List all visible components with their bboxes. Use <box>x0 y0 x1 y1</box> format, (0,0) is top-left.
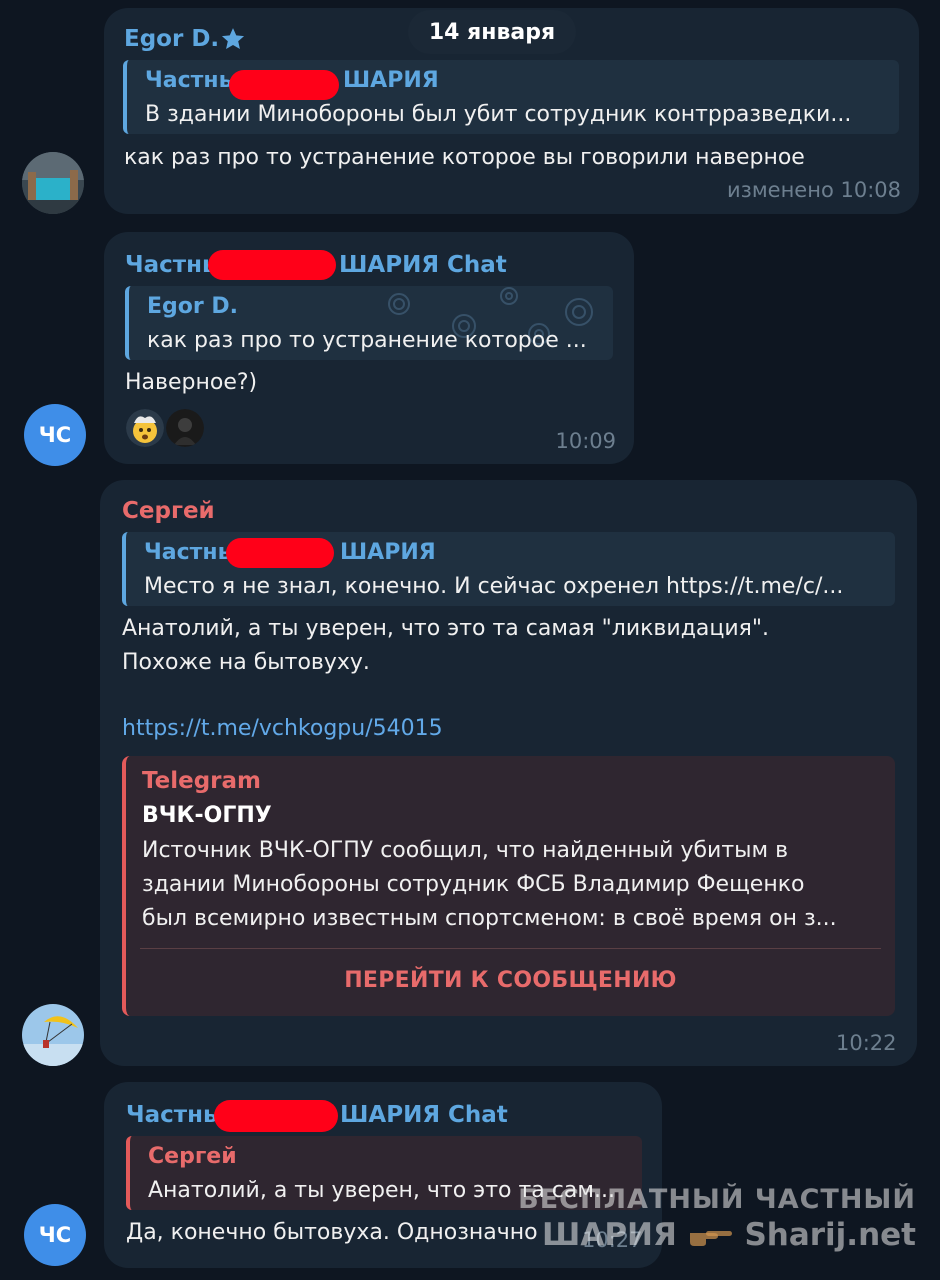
message-text: как раз про то устранение которое вы гов… <box>124 145 805 170</box>
avatar[interactable]: ЧС <box>24 1204 86 1266</box>
reply-author-suffix: ШАРИЯ <box>340 540 436 565</box>
sender-name[interactable]: Частны <box>126 1102 224 1128</box>
redaction-mark <box>226 538 334 568</box>
message-link[interactable]: https://t.me/vchkogpu/54015 <box>122 712 443 746</box>
watermark-line1: БЕСПЛАТНЫЙ ЧАСТНЫЙ <box>518 1184 916 1215</box>
sender-name-suffix[interactable]: ШАРИЯ Chat <box>340 1102 508 1128</box>
preview-divider <box>140 948 881 949</box>
reactor-avatar[interactable] <box>166 409 204 447</box>
redaction-mark <box>214 1100 338 1132</box>
sender-name-suffix[interactable]: ШАРИЯ Chat <box>339 252 507 278</box>
preview-text-line: Источник ВЧК-ОГПУ сообщил, что найденный… <box>142 838 789 863</box>
date-divider: 14 января <box>408 10 576 54</box>
reply-quote[interactable]: Egor D. как раз про то устранение которо… <box>125 286 613 360</box>
reply-text: Место я не знал, конечно. И сейчас охрен… <box>144 574 844 599</box>
reply-author-suffix: ШАРИЯ <box>343 68 439 93</box>
reply-text: как раз про то устранение которое ... <box>147 328 587 353</box>
reply-author: Сергей <box>148 1144 237 1169</box>
reply-author: Egor D. <box>147 294 239 319</box>
message-bubble[interactable]: Частны ШАРИЯ Chat Egor D. как раз про то… <box>104 232 634 464</box>
message-time: 10:09 <box>555 429 616 453</box>
reply-quote[interactable]: Частны ШАРИЯ В здании Минобороны был уби… <box>123 60 899 134</box>
message-time: изменено 10:08 <box>727 178 901 202</box>
message-text: Да, конечно бытовуха. Однозначно <box>126 1220 538 1245</box>
message-time: 10:22 <box>836 1031 897 1055</box>
sender-name[interactable]: Egor D. <box>124 26 219 52</box>
avatar[interactable]: ЧС <box>24 404 86 466</box>
sender-name[interactable]: Сергей <box>122 498 215 524</box>
redaction-mark <box>208 250 336 280</box>
watermark: БЕСПЛАТНЫЙ ЧАСТНЫЙ ШАРИЯ Sharij.net <box>518 1184 916 1255</box>
pointing-hand-icon <box>688 1219 734 1255</box>
preview-text-line: был всемирно известным спортсменом: в св… <box>142 906 837 931</box>
open-message-button[interactable]: ПЕРЕЙТИ К СООБЩЕНИЮ <box>126 952 895 1008</box>
redaction-mark <box>229 70 339 100</box>
link-preview[interactable]: Telegram ВЧК-ОГПУ Источник ВЧК-ОГПУ сооб… <box>122 756 895 1016</box>
star-icon <box>220 26 246 52</box>
watermark-line2: ШАРИЯ Sharij.net <box>518 1217 916 1255</box>
reply-author: Частны <box>144 540 238 565</box>
message-text-line: Анатолий, а ты уверен, что это та самая … <box>122 616 770 641</box>
reply-author: Частны <box>145 68 239 93</box>
message-text: Наверное?) <box>125 370 258 395</box>
avatar[interactable] <box>22 152 84 214</box>
preview-text-line: здании Минобороны сотрудник ФСБ Владимир… <box>142 872 805 897</box>
avatar[interactable] <box>22 1004 84 1066</box>
reply-text: В здании Минобороны был убит сотрудник к… <box>145 102 852 127</box>
watermark-site: Sharij.net <box>744 1217 916 1253</box>
preview-title: ВЧК-ОГПУ <box>142 803 272 828</box>
reactions[interactable] <box>126 409 208 449</box>
message-text-line: Похоже на бытовуху. <box>122 650 370 675</box>
watermark-brand: ШАРИЯ <box>542 1217 677 1253</box>
exploding-head-emoji[interactable] <box>126 409 164 447</box>
reply-quote[interactable]: Частны ШАРИЯ Место я не знал, конечно. И… <box>122 532 895 606</box>
preview-site-name: Telegram <box>142 768 262 794</box>
